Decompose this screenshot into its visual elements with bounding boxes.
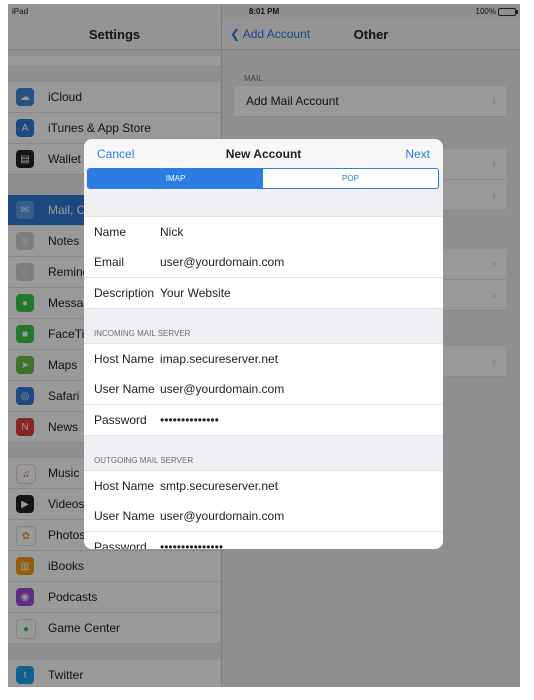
name-input[interactable]: Nick: [160, 225, 183, 239]
incoming-host-input[interactable]: imap.secureserver.net: [160, 352, 278, 366]
field-label: User Name: [94, 382, 155, 396]
outgoing-username-row[interactable]: User Name user@yourdomain.com: [84, 501, 443, 532]
incoming-password-row[interactable]: Password ••••••••••••••: [84, 405, 443, 436]
field-label: Email: [94, 255, 125, 269]
outgoing-server-caption: OUTGOING MAIL SERVER: [94, 456, 194, 465]
incoming-server-caption: INCOMING MAIL SERVER: [94, 329, 191, 338]
new-account-modal: Cancel New Account Next IMAP POP Name Ni…: [84, 139, 443, 549]
outgoing-host-row[interactable]: Host Name smtp.secureserver.net: [84, 470, 443, 502]
account-type-segmented-control: IMAP POP: [87, 168, 439, 189]
name-field-row[interactable]: Name Nick: [84, 216, 443, 248]
field-label: Password: [94, 413, 147, 427]
segment-pop[interactable]: POP: [263, 169, 438, 188]
modal-title: New Account: [225, 147, 302, 161]
incoming-username-input[interactable]: user@yourdomain.com: [160, 382, 284, 396]
segment-imap[interactable]: IMAP: [88, 169, 263, 188]
modal-header: Cancel New Account Next: [84, 139, 443, 169]
incoming-username-row[interactable]: User Name user@yourdomain.com: [84, 374, 443, 405]
incoming-host-row[interactable]: Host Name imap.secureserver.net: [84, 343, 443, 375]
field-label: Password: [94, 540, 147, 549]
outgoing-password-row[interactable]: Password •••••••••••••••: [84, 532, 443, 549]
field-label: Host Name: [94, 479, 155, 493]
field-label: Description: [94, 286, 155, 300]
email-input[interactable]: user@yourdomain.com: [160, 255, 284, 269]
outgoing-host-input[interactable]: smtp.secureserver.net: [160, 479, 278, 493]
next-button[interactable]: Next: [405, 147, 430, 161]
description-input[interactable]: Your Website: [160, 286, 231, 300]
email-field-row[interactable]: Email user@yourdomain.com: [84, 247, 443, 278]
outgoing-password-input[interactable]: •••••••••••••••: [160, 540, 223, 549]
field-label: Name: [94, 225, 127, 239]
description-field-row[interactable]: Description Your Website: [84, 278, 443, 309]
field-label: User Name: [94, 509, 155, 523]
incoming-password-input[interactable]: ••••••••••••••: [160, 413, 219, 427]
outgoing-username-input[interactable]: user@yourdomain.com: [160, 509, 284, 523]
field-label: Host Name: [94, 352, 155, 366]
